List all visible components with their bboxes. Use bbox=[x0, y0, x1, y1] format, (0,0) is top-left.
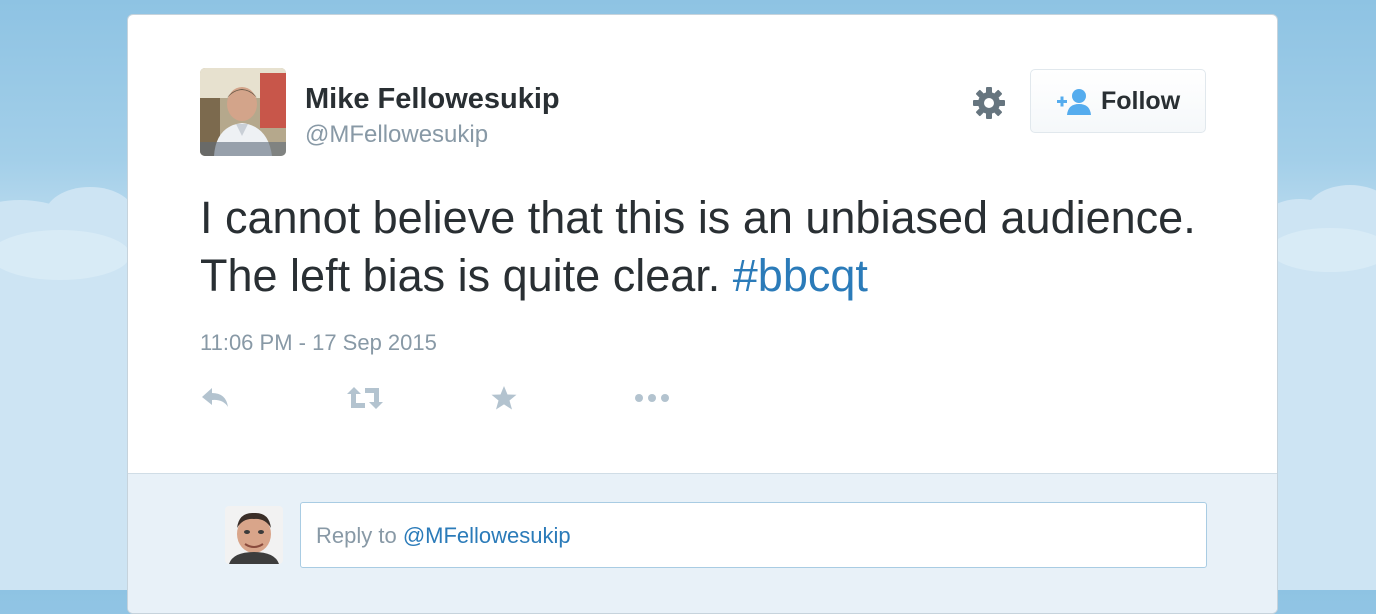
follow-button[interactable]: Follow bbox=[1030, 69, 1206, 133]
hashtag-link[interactable]: #bbcqt bbox=[733, 250, 868, 301]
author-handle[interactable]: @MFellowesukip bbox=[305, 121, 488, 149]
add-user-icon bbox=[1057, 89, 1091, 115]
more-dots-icon[interactable] bbox=[633, 385, 669, 411]
author-avatar[interactable] bbox=[200, 68, 286, 156]
reply-mention: @MFellowesukip bbox=[402, 523, 571, 548]
follow-label: Follow bbox=[1101, 87, 1181, 115]
reply-prefix-text: Reply to bbox=[316, 523, 403, 548]
reply-icon[interactable] bbox=[200, 385, 234, 411]
tweet-card: Mike Fellowesukip @MFellowesukip Follow … bbox=[127, 14, 1278, 614]
tweet-timestamp[interactable]: 11:06 PM - 17 Sep 2015 bbox=[200, 330, 437, 356]
author-display-name[interactable]: Mike Fellowesukip bbox=[305, 83, 560, 116]
tweet-body: I cannot believe that this is an unbiase… bbox=[200, 192, 1196, 301]
current-user-avatar bbox=[225, 506, 283, 564]
gear-icon[interactable] bbox=[971, 85, 1007, 121]
star-icon[interactable] bbox=[489, 385, 523, 411]
reply-section: Reply to @MFellowesukip bbox=[128, 473, 1277, 613]
reply-placeholder: Reply to @MFellowesukip bbox=[316, 523, 571, 549]
tweet-text: I cannot believe that this is an unbiase… bbox=[200, 189, 1240, 305]
reply-input[interactable]: Reply to @MFellowesukip bbox=[300, 502, 1207, 568]
retweet-icon[interactable] bbox=[345, 385, 383, 411]
